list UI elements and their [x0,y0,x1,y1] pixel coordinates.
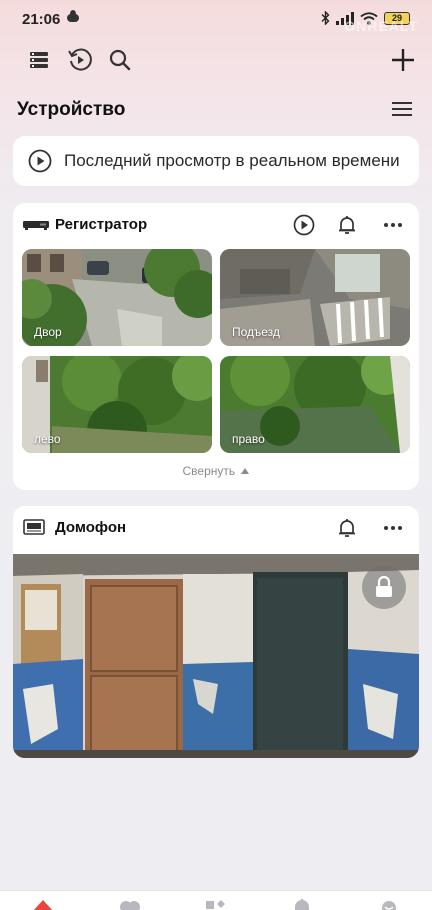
device-list-button[interactable] [24,45,54,75]
nav-alerts[interactable] [290,897,314,910]
status-time: 21:06 [22,11,61,28]
list-icon [30,52,48,68]
menu-icon [392,102,412,116]
search-icon [109,49,131,71]
grid-icon [206,900,225,909]
camera-thumbnail[interactable]: лево [22,356,212,453]
intercom-alarm-button[interactable] [334,515,360,541]
intercom-card: Домофон [13,506,419,758]
camera-thumbnail[interactable]: право [220,356,410,453]
camera-thumbnail[interactable]: Двор [22,249,212,346]
search-button[interactable] [105,45,135,75]
menu-button[interactable] [390,98,414,120]
recorder-header: Регистратор [13,203,419,247]
nav-profile[interactable] [377,897,401,910]
bell-icon [339,519,355,537]
bottom-navigation [0,890,432,910]
camera-label: лево [34,432,61,446]
intercom-live-view[interactable] [13,554,419,758]
lock-icon [376,576,392,597]
intercom-name: Домофон [55,519,127,536]
intercom-icon [23,519,45,535]
camera-label: Двор [34,325,62,339]
camera-label: Подъезд [232,325,280,339]
nav-scenes[interactable] [204,897,228,910]
cloud-icon [67,10,79,22]
add-device-button[interactable] [388,45,418,75]
live-view-banner[interactable]: Последний просмотр в реальном времени [13,136,419,186]
nav-home[interactable] [31,897,55,910]
profile-icon [382,901,396,910]
page-title: Устройство [17,99,126,120]
bell-icon [295,899,309,910]
watermark-logo: ONREALT [344,18,418,34]
nav-favorites[interactable] [118,897,142,910]
live-view-label: Последний просмотр в реальном времени [64,151,400,170]
intercom-header: Домофон [13,506,419,550]
play-icon [293,214,315,236]
intercom-more-button[interactable] [380,515,406,541]
more-icon [384,526,402,530]
add-icon [392,49,414,71]
intercom-camera-feed [13,554,419,758]
playback-icon [68,48,92,71]
camera-thumbnail[interactable]: Подъезд [220,249,410,346]
recorder-icon [23,221,49,230]
recorder-name: Регистратор [55,216,148,233]
chevron-up-icon [241,468,250,474]
camera-label: право [232,432,265,446]
status-bar: 21:06 29 ONREALT [0,0,432,40]
unlock-button[interactable] [362,565,406,609]
recorder-card: Регистратор Двор Подъезд лево право Свер… [13,203,419,490]
heart-icon [120,901,140,910]
recorder-more-button[interactable] [380,212,406,238]
bluetooth-icon [321,11,330,25]
recorder-alarm-button[interactable] [334,212,360,238]
recorder-play-button[interactable] [291,212,317,238]
play-icon [28,149,52,173]
home-icon [33,900,53,910]
more-icon [384,223,402,227]
collapse-button[interactable]: Свернуть [13,464,419,478]
bell-icon [339,216,355,234]
collapse-label: Свернуть [182,464,236,478]
playback-button[interactable] [65,45,95,75]
